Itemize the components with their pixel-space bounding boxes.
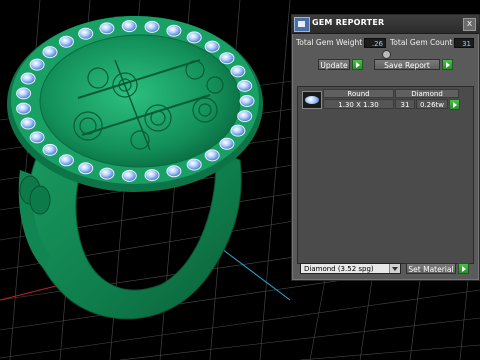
save-report-go-icon[interactable]: [442, 59, 453, 70]
bezel-gem: [78, 27, 94, 40]
gem-count-cell: 31: [395, 99, 415, 109]
update-go-icon[interactable]: [352, 59, 363, 70]
bezel-gem: [219, 137, 235, 150]
set-material-button[interactable]: Set Material: [406, 263, 456, 274]
gem-weight-cell: 0.26tw: [416, 99, 448, 109]
material-select[interactable]: Diamond (3.52 spg): [300, 263, 401, 274]
gem-thumbnail[interactable]: [302, 91, 322, 109]
bezel-gem: [186, 31, 202, 44]
gem-list: Round Diamond 1.30 X 1.30 31 0.26tw: [297, 86, 474, 264]
bezel-gem: [121, 169, 137, 182]
save-report-button[interactable]: Save Report: [374, 59, 440, 70]
bezel-gem: [16, 102, 32, 115]
bezel-gem: [58, 154, 74, 167]
ring-face: [39, 34, 241, 168]
bezel-gem: [99, 22, 115, 35]
bezel-gem: [144, 169, 160, 182]
total-gem-weight-label: Total Gem Weight: [296, 38, 363, 47]
bezel-gem: [29, 131, 45, 144]
bezel-gem: [239, 95, 255, 107]
set-material-go-icon[interactable]: [458, 263, 469, 274]
total-gem-weight-field: .26: [364, 38, 386, 48]
chevron-down-icon[interactable]: [389, 264, 400, 273]
bezel-gem: [99, 167, 115, 180]
bezel-gem: [42, 143, 58, 156]
refresh-dot-icon[interactable]: [382, 50, 391, 59]
gem-shape-header: Round: [323, 89, 394, 98]
bezel-gem: [237, 79, 253, 92]
gem-row-go-icon[interactable]: [449, 99, 460, 110]
bezel-gem: [166, 165, 182, 178]
panel-title: GEM REPORTER: [312, 18, 385, 27]
bezel-gem: [121, 20, 137, 33]
round-gem-icon: [305, 96, 319, 104]
bezel-gem: [230, 124, 246, 137]
gem-material-header: Diamond: [395, 89, 459, 98]
bezel-gem: [20, 117, 36, 130]
bezel-gem: [78, 162, 94, 175]
bezel-gem: [219, 52, 235, 65]
bezel-gem: [29, 58, 45, 71]
bezel-gem: [237, 110, 253, 123]
bezel-gem: [230, 65, 246, 78]
panel-titlebar[interactable]: GEM REPORTER x: [292, 15, 479, 34]
total-gem-count-field: 31: [454, 38, 474, 48]
bezel-gem: [204, 40, 220, 53]
bezel-gem: [186, 158, 202, 171]
bezel-gem: [58, 35, 74, 48]
bezel-gem: [204, 149, 220, 162]
close-button[interactable]: x: [463, 18, 476, 31]
bezel-gem: [20, 72, 36, 85]
bezel-gem: [166, 24, 182, 37]
bezel-gem: [42, 46, 58, 59]
gem-size-cell: 1.30 X 1.30: [323, 99, 394, 109]
material-select-value: Diamond (3.52 spg): [304, 265, 374, 273]
bezel-gem: [16, 87, 32, 100]
gem-reporter-panel: GEM REPORTER x Total Gem Weight .26 Tota…: [291, 14, 480, 281]
total-gem-count-label: Total Gem Count: [390, 38, 453, 47]
gem-reporter-app-icon: [294, 17, 310, 32]
bezel-gem: [144, 20, 160, 33]
update-button[interactable]: Update: [318, 59, 350, 70]
